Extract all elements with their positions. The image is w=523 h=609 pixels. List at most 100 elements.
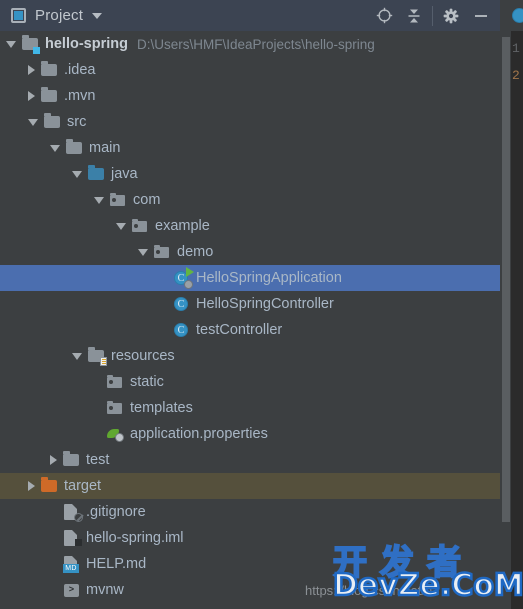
folder-icon [41, 61, 58, 78]
tree-row-java[interactable]: java [0, 161, 500, 187]
project-tree[interactable]: hello-spring D:\Users\HMF\IdeaProjects\he… [0, 31, 500, 609]
project-window-icon [11, 8, 26, 23]
java-class-runnable-icon: C [173, 267, 194, 289]
chevron-down-icon[interactable] [72, 352, 82, 360]
chevron-down-icon[interactable] [138, 248, 148, 256]
tree-row-hellospringcontroller[interactable]: C HelloSpringController [0, 291, 500, 317]
tree-scrollbar-track[interactable] [500, 31, 511, 609]
settings-button[interactable] [436, 0, 466, 31]
chevron-right-icon[interactable] [50, 455, 57, 465]
chevron-down-icon[interactable] [116, 222, 126, 230]
tree-row-example[interactable]: example [0, 213, 500, 239]
resource-root-folder-icon [88, 347, 107, 366]
tree-row-label: application.properties [130, 426, 268, 442]
tree-row-templates[interactable]: templates [0, 395, 500, 421]
minimize-icon [475, 14, 487, 17]
tree-row-label: main [89, 140, 121, 156]
tree-row-hello-spring-iml[interactable]: hello-spring.iml [0, 525, 500, 551]
tree-row-help-md[interactable]: MD HELP.md [0, 551, 500, 577]
tree-row-com[interactable]: com [0, 187, 500, 213]
scroll-from-source-button[interactable] [369, 0, 399, 31]
chevron-right-icon[interactable] [28, 481, 35, 491]
tree-row-resources[interactable]: resources [0, 343, 500, 369]
package-icon [107, 374, 124, 390]
tree-row-label: static [130, 374, 164, 390]
tree-scrollbar-thumb[interactable] [502, 37, 510, 522]
tree-row-test[interactable]: test [0, 447, 500, 473]
tree-row-target[interactable]: target [0, 473, 500, 499]
tree-row-label: .mvn [64, 88, 96, 104]
java-class-icon: C [173, 296, 190, 312]
tree-row-label: hello-spring [45, 36, 128, 52]
md-badge-icon: MD [63, 564, 79, 573]
tree-row-application-properties[interactable]: application.properties [0, 421, 500, 447]
chevron-down-icon[interactable] [72, 170, 82, 178]
java-class-icon [512, 8, 523, 23]
tree-row--idea[interactable]: .idea [0, 57, 500, 83]
chevron-down-icon[interactable] [92, 12, 103, 19]
package-icon [132, 218, 149, 234]
resource-badge-icon [100, 357, 107, 366]
tree-row-label: templates [130, 400, 193, 416]
tree-row--gitignore[interactable]: .gitignore [0, 499, 500, 525]
module-folder-icon [22, 35, 40, 54]
folder-icon [63, 451, 80, 468]
chevron-down-icon[interactable] [6, 40, 16, 48]
hide-window-button[interactable] [466, 0, 496, 31]
tool-window-titlebar: Project [0, 0, 500, 31]
project-path-label: D:\Users\HMF\IdeaProjects\hello-spring [136, 36, 375, 52]
chevron-right-icon[interactable] [28, 91, 35, 101]
chevron-right-icon[interactable] [28, 65, 35, 75]
package-icon [107, 400, 124, 416]
tree-row-hellospringapplication[interactable]: C HelloSpringApplication [0, 265, 500, 291]
editor-tab-strip [511, 0, 523, 31]
tree-row-label: HELP.md [86, 556, 147, 572]
collapse-all-icon [408, 9, 420, 22]
scroll-from-source-icon [376, 7, 392, 24]
chevron-down-icon[interactable] [94, 196, 104, 204]
tree-row--mvn[interactable]: .mvn [0, 83, 500, 109]
ignored-badge-icon [74, 513, 83, 522]
module-badge-icon [33, 47, 40, 54]
module-file-badge-icon [75, 539, 82, 546]
tree-row-label: com [133, 192, 161, 208]
chevron-down-icon[interactable] [50, 144, 60, 152]
tree-row-src[interactable]: src [0, 109, 500, 135]
package-icon [154, 244, 171, 260]
toolbar-separator [432, 5, 433, 26]
collapse-all-button[interactable] [399, 0, 429, 31]
tree-row-static[interactable]: static [0, 369, 500, 395]
spring-properties-icon [107, 426, 124, 442]
editor-area[interactable]: 1 2 [511, 0, 523, 609]
markdown-file-icon: MD [63, 556, 80, 573]
run-badge-icon [186, 267, 194, 277]
chevron-down-icon[interactable] [28, 118, 38, 126]
folder-icon [44, 113, 61, 130]
tree-row-label: .idea [64, 62, 96, 78]
tree-row-hello-spring[interactable]: hello-spring D:\Users\HMF\IdeaProjects\he… [0, 31, 500, 57]
clock-badge-icon [184, 280, 193, 289]
java-class-icon: C [173, 322, 190, 338]
tree-row-demo[interactable]: demo [0, 239, 500, 265]
tree-row-testcontroller[interactable]: CtestController [0, 317, 500, 343]
tree-row-main[interactable]: main [0, 135, 500, 161]
